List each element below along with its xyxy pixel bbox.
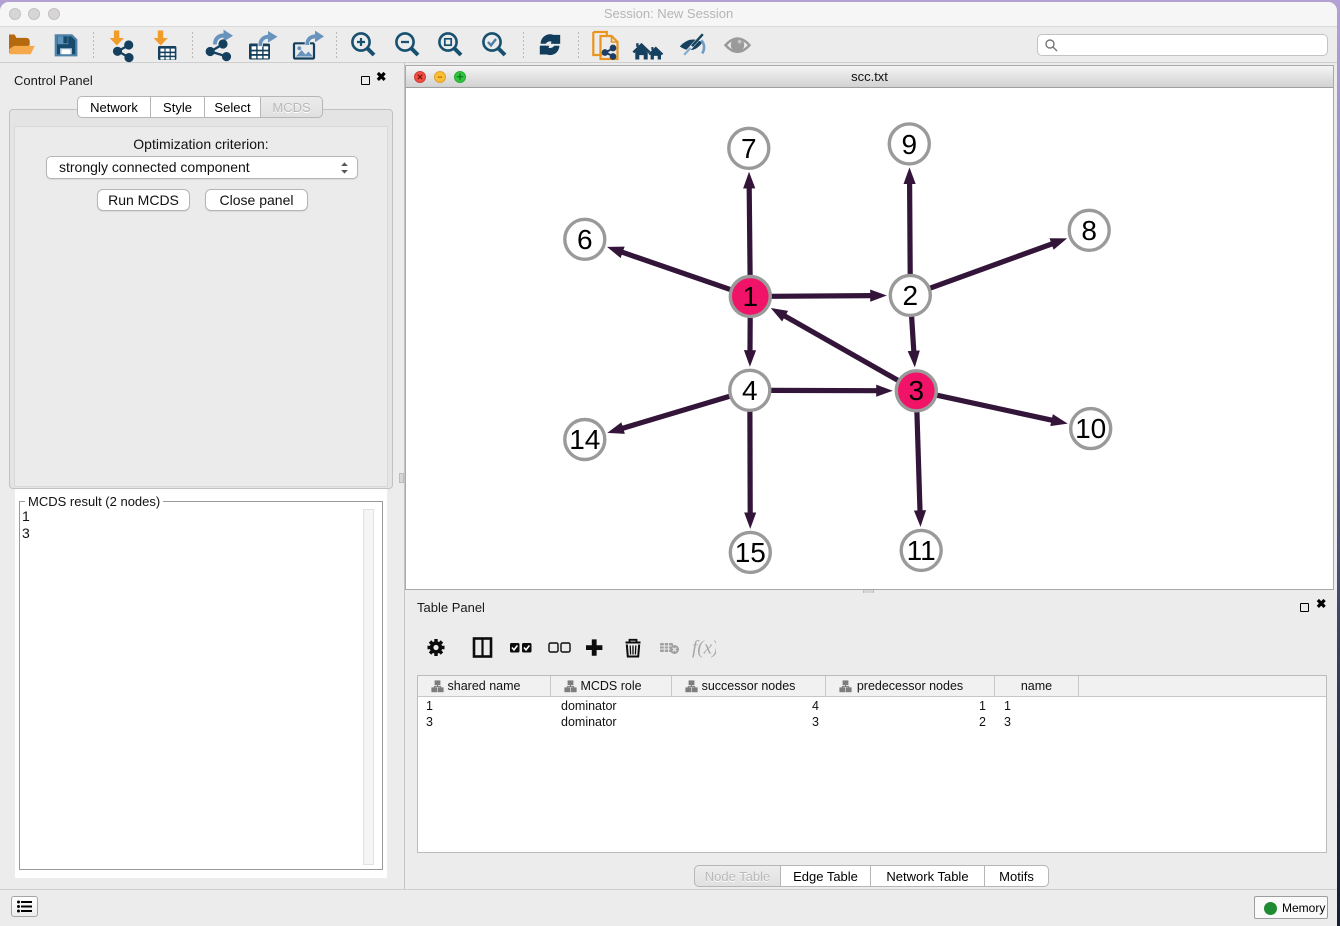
svg-text:4: 4 [742, 375, 758, 406]
svg-text:11: 11 [907, 535, 936, 566]
svg-text:8: 8 [1081, 215, 1097, 246]
svg-text:15: 15 [735, 537, 766, 568]
svg-text:10: 10 [1075, 413, 1106, 444]
svg-text:2: 2 [903, 280, 919, 311]
svg-text:7: 7 [741, 133, 757, 164]
svg-text:1: 1 [743, 281, 759, 312]
svg-text:3: 3 [909, 375, 925, 406]
svg-text:9: 9 [902, 129, 918, 160]
svg-text:f(x): f(x) [692, 638, 716, 659]
svg-text:14: 14 [569, 424, 600, 455]
svg-text:6: 6 [577, 224, 593, 255]
